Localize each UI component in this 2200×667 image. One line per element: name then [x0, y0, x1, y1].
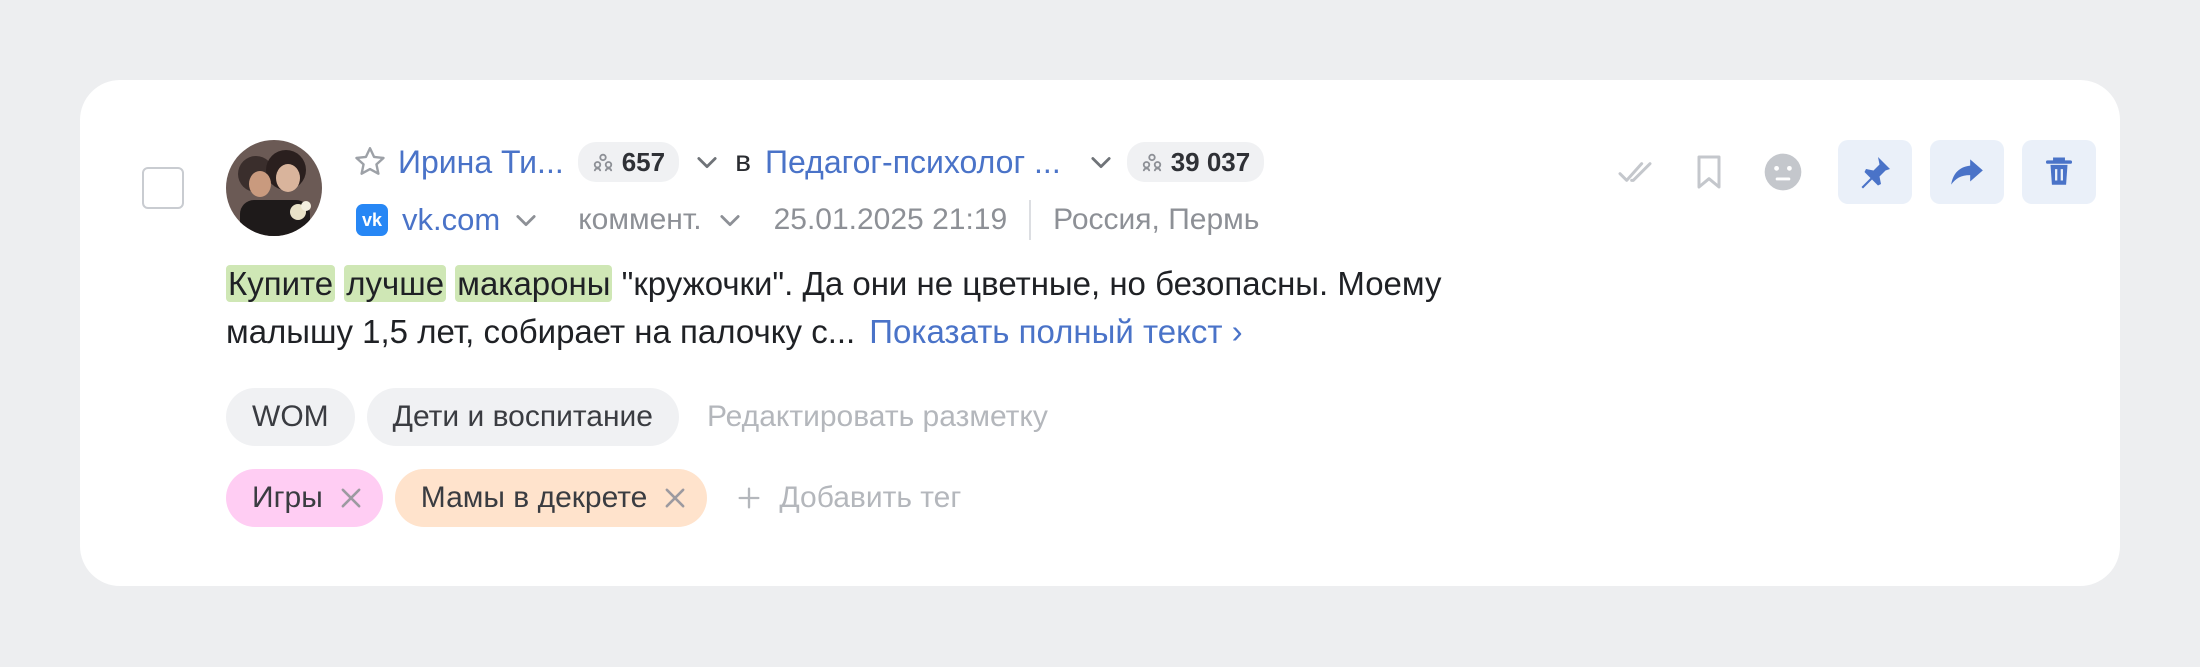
community-members-count: 39 037: [1170, 146, 1251, 177]
chevron-down-icon[interactable]: [716, 206, 744, 234]
tag-label: Игры: [252, 481, 323, 514]
close-icon[interactable]: [337, 484, 365, 512]
post-text: Купите лучше макароны "кружочки". Да они…: [226, 260, 1606, 356]
bookmark-icon: [1697, 155, 1721, 189]
bookmark-button[interactable]: [1672, 140, 1746, 204]
community-name[interactable]: Педагог-психолог ...: [765, 144, 1061, 181]
meta-row: vk vk.com коммент. 25.01.2025 21:19 Росс…: [356, 198, 1259, 242]
author-avatar[interactable]: [226, 140, 322, 236]
share-arrow-icon: [1951, 159, 1983, 185]
tag-label: Мамы в декрете: [420, 481, 648, 514]
keyword-highlight: Купите: [226, 265, 336, 302]
user-tags: Игры Мамы в декрете Добавить тег: [226, 469, 961, 527]
vk-logo-icon: vk: [356, 204, 388, 236]
close-icon[interactable]: [661, 484, 689, 512]
community-members-badge: 39 037: [1126, 142, 1265, 182]
audience-icon: [593, 153, 612, 172]
keyword-highlight: макароны: [455, 265, 613, 302]
edit-markup-link[interactable]: Редактировать разметку: [707, 400, 1048, 434]
author-followers-count: 657: [621, 146, 666, 177]
source-site[interactable]: vk.com: [402, 202, 500, 238]
sentiment-button[interactable]: [1746, 140, 1820, 204]
select-checkbox[interactable]: [142, 167, 184, 209]
share-button[interactable]: [1930, 140, 2004, 204]
post-type[interactable]: коммент.: [578, 203, 701, 237]
author-followers-badge: 657: [577, 142, 680, 182]
chevron-down-icon[interactable]: [512, 206, 540, 234]
divider: [1029, 200, 1032, 240]
in-label: в: [735, 145, 752, 178]
chevron-down-icon[interactable]: [693, 148, 721, 176]
markup-tag-wom[interactable]: WOM: [226, 388, 355, 446]
pin-icon: [1861, 157, 1890, 189]
neutral-face-icon: [1764, 153, 1802, 191]
star-icon[interactable]: [352, 144, 388, 180]
trash-icon: [2045, 157, 2073, 185]
actions-toolbar: [1598, 140, 2096, 204]
post-datetime: 25.01.2025 21:19: [773, 203, 1008, 236]
add-tag-button[interactable]: Добавить тег: [735, 481, 961, 515]
keyword-highlight: лучше: [344, 265, 447, 302]
post-location: Россия, Пермь: [1053, 203, 1260, 236]
header-row: Ирина Ти... 657 в Педагог-психолог ... 3…: [352, 140, 1265, 184]
delete-button[interactable]: [2022, 140, 2096, 204]
post-text-line1: "кружочки". Да они не цветные, но безопа…: [621, 265, 1442, 302]
markup-tags: WOM Дети и воспитание Редактировать разм…: [226, 388, 1048, 446]
markup-tag-children[interactable]: Дети и воспитание: [366, 388, 679, 446]
plus-icon: [738, 487, 760, 509]
pin-button[interactable]: [1838, 140, 1912, 204]
show-full-text-link[interactable]: Показать полный текст ›: [869, 313, 1242, 350]
user-tag-games[interactable]: Игры: [226, 469, 383, 527]
author-name[interactable]: Ирина Ти...: [398, 144, 564, 181]
post-text-line2: малышу 1,5 лет, собирает на палочку с...: [226, 313, 856, 350]
user-tag-moms[interactable]: Мамы в декрете: [394, 469, 708, 527]
mark-read-button[interactable]: [1598, 140, 1672, 204]
check-icon: [1618, 162, 1652, 182]
audience-icon: [1142, 153, 1161, 172]
add-tag-label: Добавить тег: [779, 481, 962, 514]
chevron-down-icon[interactable]: [1087, 148, 1115, 176]
